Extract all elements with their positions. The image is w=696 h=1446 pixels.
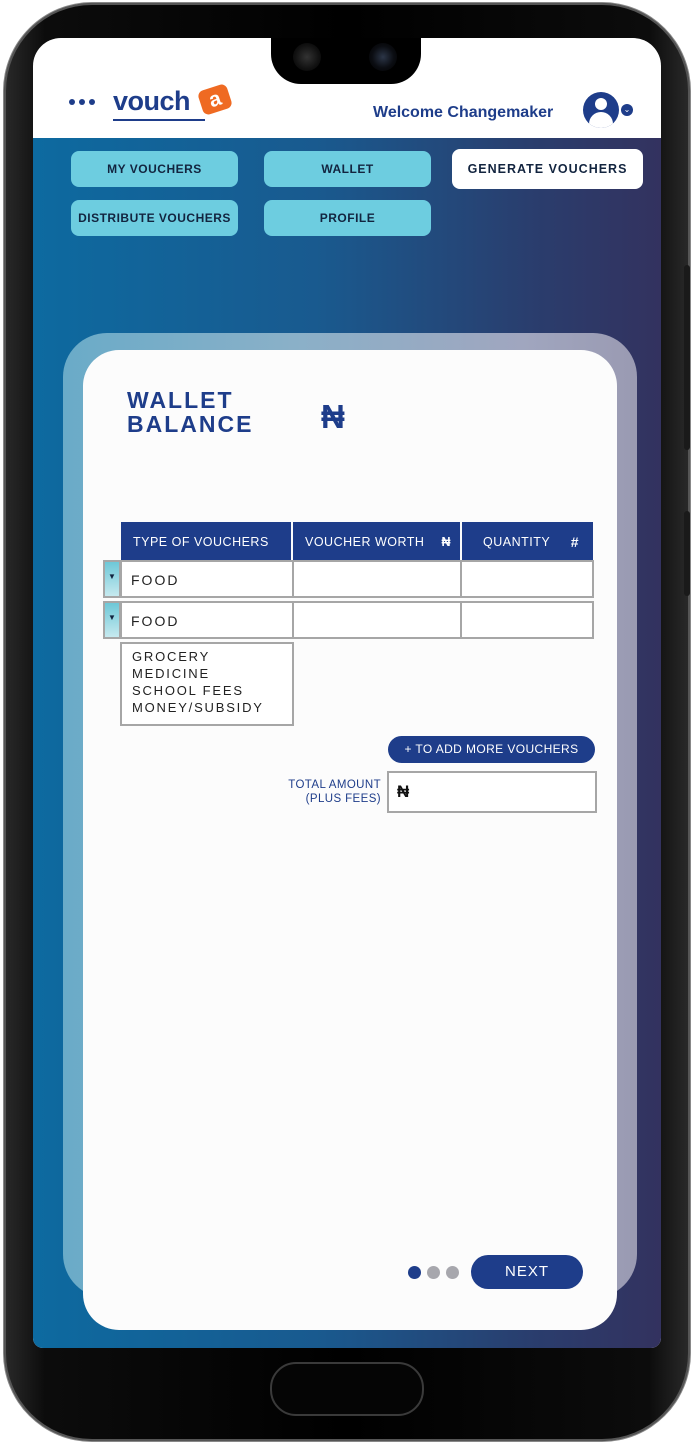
naira-icon: ₦ bbox=[321, 398, 345, 435]
dropdown-arrow-icon[interactable]: ▼ bbox=[103, 560, 121, 598]
naira-icon: ₦ bbox=[441, 535, 451, 549]
power-button bbox=[684, 511, 690, 596]
wallet-balance-title: WALLET BALANCE bbox=[127, 387, 254, 437]
profile-button[interactable]: PROFILE bbox=[264, 200, 431, 236]
home-button[interactable] bbox=[270, 1362, 424, 1416]
header-voucher-worth: VOUCHER WORTH ₦ bbox=[293, 522, 460, 560]
distribute-vouchers-button[interactable]: DISTRIBUTE VOUCHERS bbox=[71, 200, 238, 236]
voucher-type-select[interactable]: FOOD bbox=[120, 560, 294, 598]
wallet-button[interactable]: WALLET bbox=[264, 151, 431, 187]
total-amount-field: ₦ bbox=[387, 771, 597, 813]
page-dot-3 bbox=[446, 1266, 459, 1279]
option-grocery[interactable]: GROCERY bbox=[132, 648, 292, 665]
my-vouchers-button[interactable]: MY VOUCHERS bbox=[71, 151, 238, 187]
generate-vouchers-button[interactable]: GENERATE VOUCHERS bbox=[452, 149, 643, 189]
generate-vouchers-card: WALLET BALANCE ₦ TYPE OF VOUCHERS VOUCHE… bbox=[83, 350, 617, 1330]
header-quantity: QUANTITY # bbox=[462, 522, 593, 560]
hash-icon: # bbox=[570, 534, 579, 550]
voucher-type-options: GROCERY MEDICINE SCHOOL FEES MONEY/SUBSI… bbox=[120, 642, 294, 726]
main-area: MY VOUCHERS WALLET GENERATE VOUCHERS DIS… bbox=[33, 138, 661, 1348]
quantity-input[interactable] bbox=[460, 601, 594, 639]
page-dot-1 bbox=[408, 1266, 421, 1279]
total-amount-label: TOTAL AMOUNT (PLUS FEES) bbox=[288, 779, 381, 805]
voucher-worth-input[interactable] bbox=[292, 560, 462, 598]
voucher-type-select[interactable]: FOOD bbox=[120, 601, 294, 639]
dropdown-arrow-icon[interactable]: ▼ bbox=[103, 601, 121, 639]
option-medicine[interactable]: MEDICINE bbox=[132, 665, 292, 682]
chevron-down-icon[interactable]: ⌄ bbox=[621, 104, 633, 116]
voucher-worth-input[interactable] bbox=[292, 601, 462, 639]
add-more-vouchers-button[interactable]: + TO ADD MORE VOUCHERS bbox=[388, 736, 595, 763]
header-type-of-vouchers: TYPE OF VOUCHERS bbox=[121, 522, 291, 560]
page-indicator bbox=[408, 1266, 459, 1279]
next-button[interactable]: NEXT bbox=[471, 1255, 583, 1289]
camera-notch bbox=[271, 38, 421, 84]
welcome-text: Welcome Changemaker bbox=[373, 104, 554, 121]
page-dot-2 bbox=[427, 1266, 440, 1279]
vouch-logo: vouch a bbox=[113, 82, 234, 126]
option-money-subsidy[interactable]: MONEY/SUBSIDY bbox=[132, 699, 292, 716]
more-dots-icon[interactable] bbox=[69, 99, 95, 105]
user-avatar-icon[interactable] bbox=[583, 92, 619, 128]
app-screen: vouch a Welcome Changemaker ⌄ MY VOUCHER… bbox=[33, 38, 661, 1348]
quantity-input[interactable] bbox=[460, 560, 594, 598]
logo-tag-icon: a bbox=[196, 82, 234, 117]
option-school-fees[interactable]: SCHOOL FEES bbox=[132, 682, 292, 699]
volume-button bbox=[684, 265, 690, 450]
